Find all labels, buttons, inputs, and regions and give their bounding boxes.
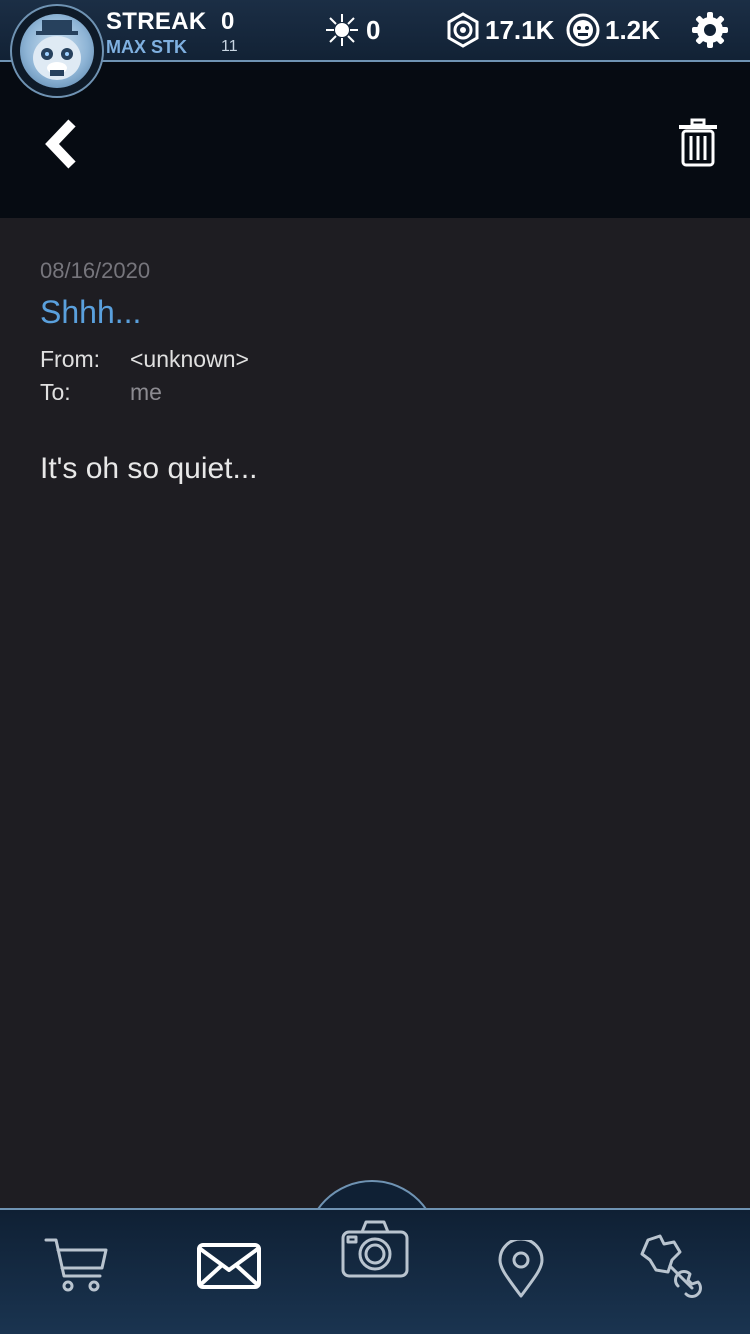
nav-camera-button[interactable] xyxy=(340,1218,410,1280)
camera-icon xyxy=(341,1220,409,1278)
back-button[interactable] xyxy=(40,117,84,171)
faz-token-counter[interactable]: 17.1K xyxy=(445,10,554,50)
remnant-icon xyxy=(326,14,358,46)
streak-label: STREAK xyxy=(106,8,207,35)
max-streak-value: 11 xyxy=(221,38,238,55)
streak-value: 0 xyxy=(221,8,235,35)
remnant-counter[interactable]: 0 xyxy=(322,10,380,50)
avatar xyxy=(20,14,94,88)
trash-icon xyxy=(679,118,717,167)
bear-face-icon xyxy=(33,20,81,80)
settings-button[interactable] xyxy=(690,10,730,50)
max-streak-label: MAX STK xyxy=(106,37,187,57)
mail-icon xyxy=(197,1243,261,1289)
message-body: It's oh so quiet... xyxy=(40,452,258,485)
from-value: <unknown> xyxy=(130,346,249,372)
message-panel: 08/16/2020 Shhh... From: <unknown> To: m… xyxy=(0,218,750,1208)
cart-icon xyxy=(44,1238,108,1292)
nav-mail-button[interactable] xyxy=(196,1242,262,1290)
repair-icon xyxy=(640,1234,702,1298)
gear-icon xyxy=(692,12,728,48)
nav-map-button[interactable] xyxy=(496,1237,546,1298)
chevron-left-icon xyxy=(45,119,76,169)
message-subject: Shhh... xyxy=(40,294,142,330)
faz-coin-counter[interactable]: 1.2K xyxy=(565,10,660,50)
to-value: me xyxy=(130,379,162,405)
delete-button[interactable] xyxy=(676,118,720,168)
app-screen: STREAK 0 MAX STK 11 0 17.1K 1.2K 08/16/2… xyxy=(0,0,750,1334)
message-date: 08/16/2020 xyxy=(40,258,151,283)
nav-shop-button[interactable] xyxy=(44,1236,110,1294)
faz-token-icon xyxy=(447,12,479,48)
player-avatar-frame[interactable] xyxy=(10,4,104,98)
from-label: From: xyxy=(40,346,101,372)
nav-workshop-button[interactable] xyxy=(634,1230,704,1300)
faz-coin-icon xyxy=(566,13,600,47)
to-label: To: xyxy=(40,379,71,405)
remnant-count: 0 xyxy=(366,14,381,45)
faz-coin-count: 1.2K xyxy=(605,14,660,45)
message-header xyxy=(0,62,750,218)
faz-token-count: 17.1K xyxy=(485,14,555,45)
map-pin-icon xyxy=(498,1237,544,1298)
